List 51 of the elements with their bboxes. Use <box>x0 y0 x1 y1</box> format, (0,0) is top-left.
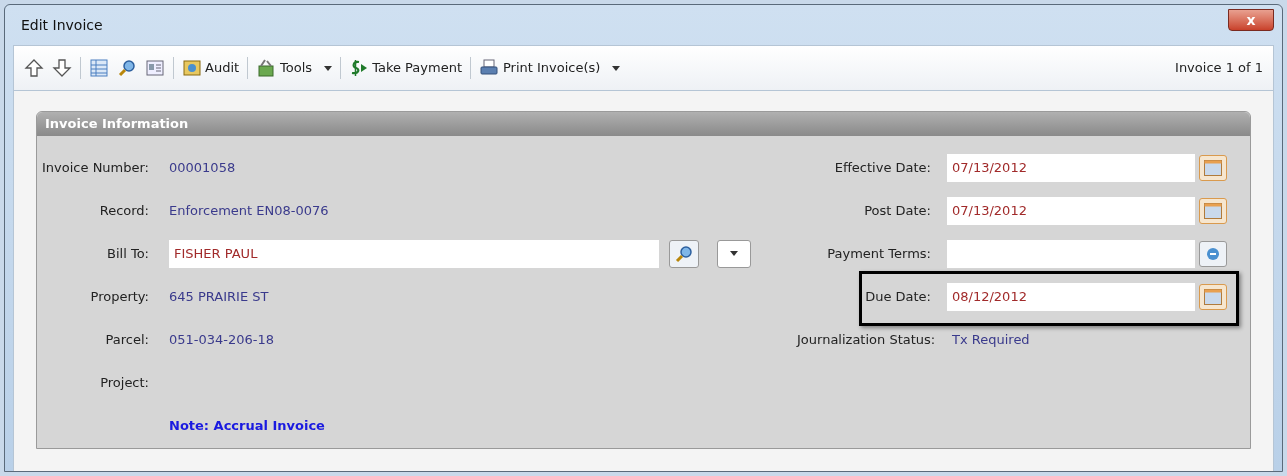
toolbar-menu-button[interactable]: Print Invoice(s) <box>479 58 621 78</box>
field-value: 645 PRAIRIE ST <box>169 287 269 306</box>
calendar-icon <box>1204 159 1222 176</box>
audit-icon <box>182 58 202 78</box>
field-label: Effective Date: <box>833 158 932 177</box>
arrow-down-icon[interactable] <box>52 58 72 78</box>
date-field[interactable]: 07/13/2012 <box>947 153 1195 182</box>
field-label: Record: <box>98 201 150 220</box>
field-label: Parcel: <box>104 330 150 349</box>
field-label: Bill To: <box>106 244 150 263</box>
printer-icon <box>479 58 499 78</box>
toolbar-button[interactable]: Audit <box>182 58 240 78</box>
payment-terms-field[interactable] <box>947 239 1195 268</box>
toolbar-button[interactable]: Take Payment <box>349 58 462 78</box>
tools-icon <box>256 58 277 78</box>
toolbar-menu-button[interactable]: Tools <box>256 58 333 78</box>
caret-icon <box>730 251 738 256</box>
magnifier-icon[interactable] <box>117 58 137 78</box>
field-label: Property: <box>89 287 150 306</box>
field-label: Due Date: <box>864 287 932 306</box>
magnifier-icon[interactable] <box>674 243 694 264</box>
calendar-icon <box>1204 202 1222 219</box>
window-title: Edit Invoice <box>21 15 103 35</box>
dropdown-button[interactable] <box>717 239 751 268</box>
field-label: Journalization Status: <box>797 330 937 349</box>
grid-icon[interactable] <box>89 58 109 78</box>
field-label: Payment Terms: <box>826 244 932 263</box>
field-label: Invoice Number: <box>41 158 150 177</box>
date-field[interactable]: 08/12/2012 <box>947 282 1195 311</box>
calendar-button[interactable] <box>1199 197 1227 224</box>
bill-to-field[interactable]: FISHER PAUL <box>169 239 659 268</box>
field-value: Enforcement EN08-0076 <box>169 201 329 220</box>
caret-icon <box>612 65 621 71</box>
calendar-button[interactable] <box>1199 154 1227 181</box>
field-label: Post Date: <box>863 201 932 220</box>
field-value: Tx Required <box>951 330 1031 349</box>
caret-icon <box>324 65 333 71</box>
field-value: 051-034-206-18 <box>169 330 275 349</box>
card-icon[interactable] <box>145 58 165 78</box>
lookup-button[interactable] <box>1199 240 1227 267</box>
calendar-icon <box>1204 288 1222 305</box>
date-field[interactable]: 07/13/2012 <box>947 196 1195 225</box>
calendar-button[interactable] <box>1199 283 1227 310</box>
search-button[interactable] <box>669 239 699 268</box>
arrow-up-icon[interactable] <box>24 58 44 78</box>
note-text: Note: Accrual Invoice <box>169 416 325 435</box>
lookup-icon <box>1205 245 1221 262</box>
field-label: Project: <box>99 373 150 392</box>
panel-title: Invoice Information <box>45 115 189 134</box>
field-value: 00001058 <box>169 158 236 177</box>
record-counter: Invoice 1 of 1 <box>1175 59 1263 78</box>
